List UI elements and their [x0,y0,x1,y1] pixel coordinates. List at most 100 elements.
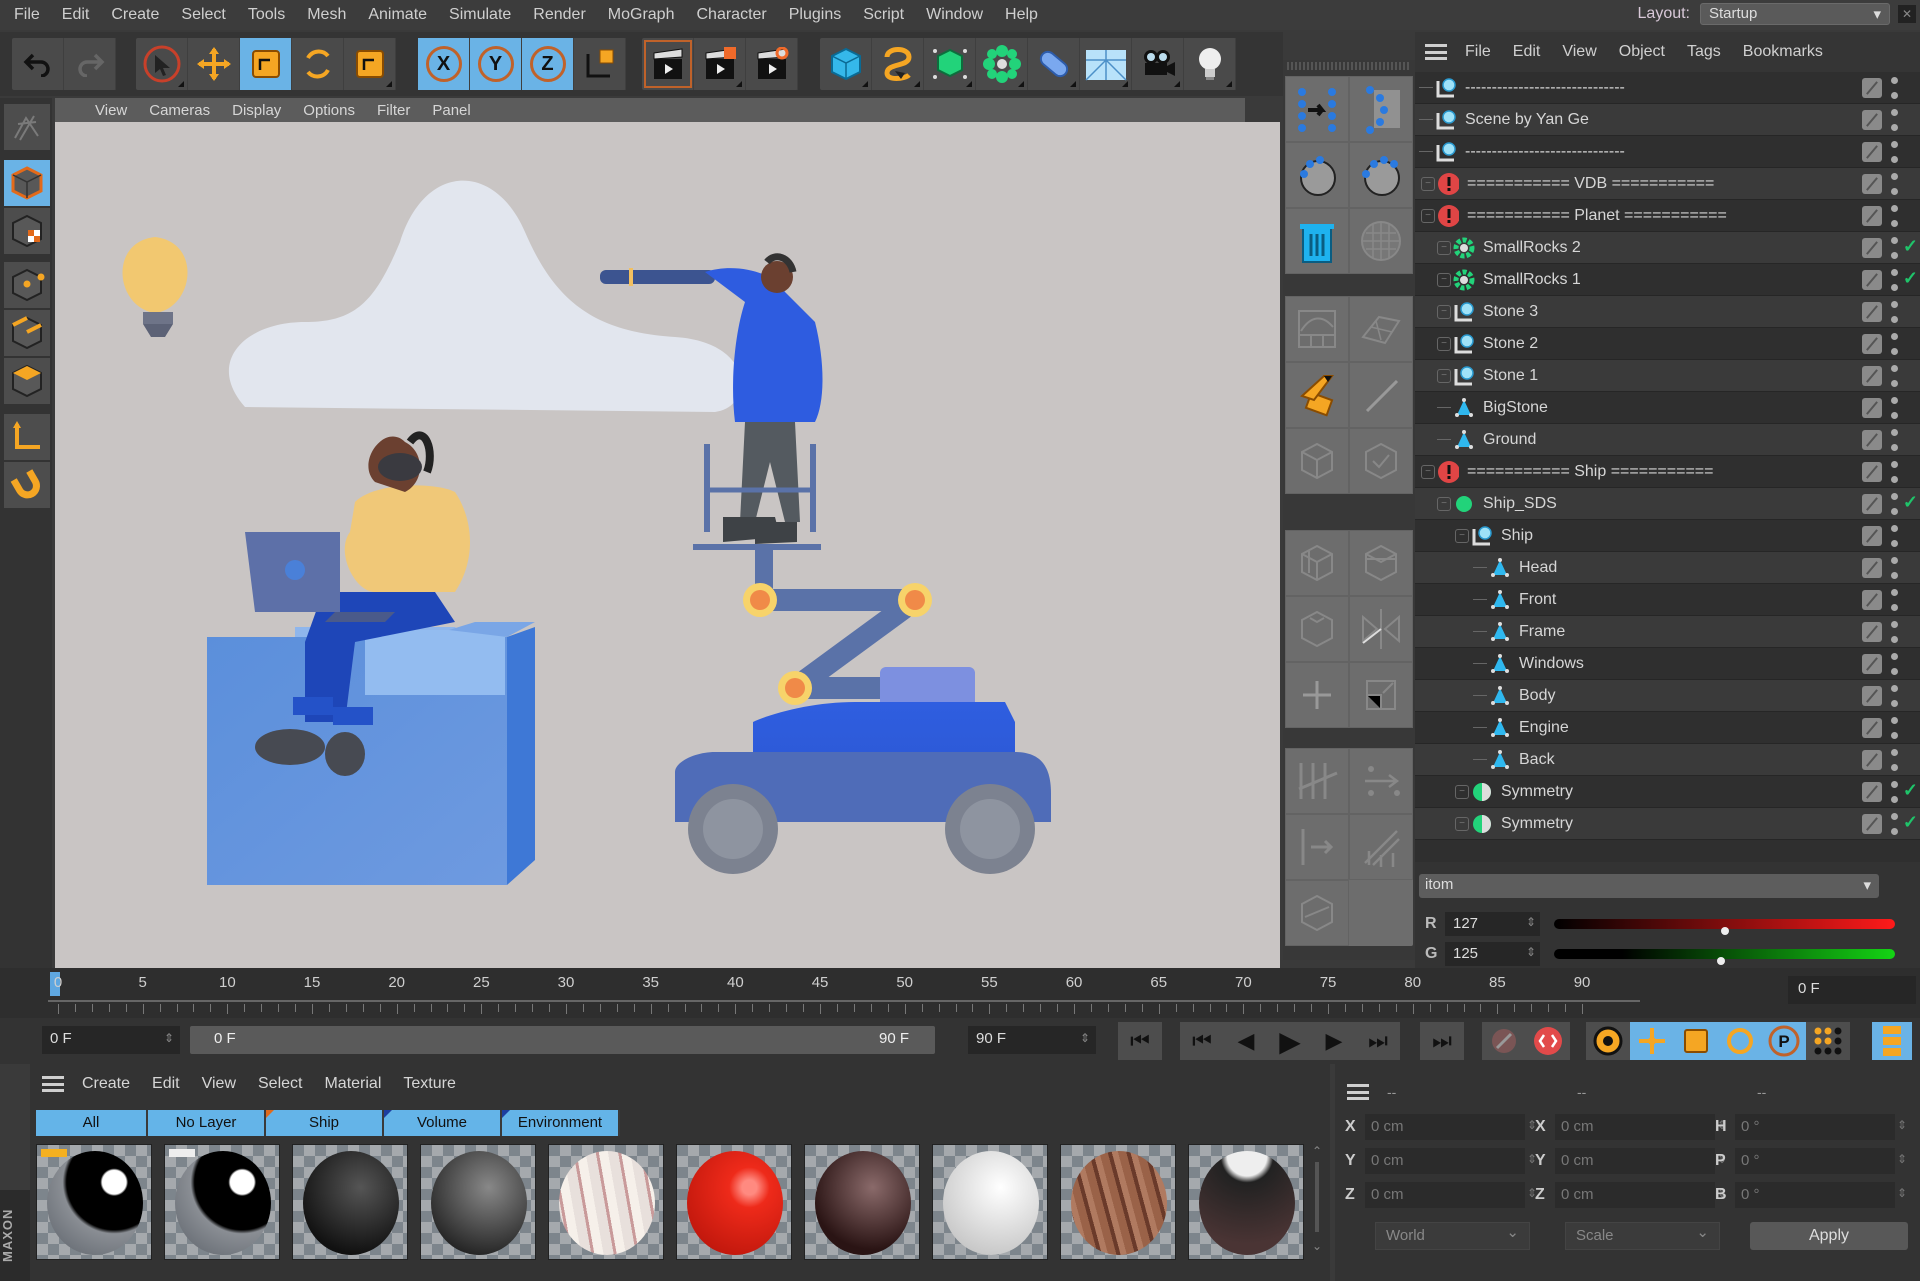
viewport[interactable] [55,122,1280,968]
redo-button[interactable] [64,38,116,90]
material-thumbnail[interactable] [420,1144,536,1260]
visibility-toggle[interactable] [1890,589,1898,611]
y-axis-lock-button[interactable]: Y [470,38,522,90]
undo-button[interactable] [12,38,64,90]
object-row[interactable]: Body [1415,680,1920,712]
layer-edit-toggle[interactable] [1862,750,1882,770]
material-menu-edit[interactable]: Edit [152,1075,180,1093]
expand-toggle[interactable]: − [1421,464,1435,479]
material-menu-texture[interactable]: Texture [403,1075,455,1093]
object-row[interactable]: Scene by Yan Ge [1415,104,1920,136]
axis-value[interactable]: 0 ° [1735,1148,1907,1174]
extrude-inner-button[interactable] [1285,596,1349,662]
enabled-check-icon[interactable]: ✓ [1903,780,1918,801]
timeline-ruler[interactable]: 0 5 10 15 20 25 30 35 40 45 50 55 60 65 70 75 80 85 90 [48,968,1640,1018]
cube-button[interactable] [820,38,872,90]
menu-render[interactable]: Render [533,6,585,24]
axis-value[interactable]: 0 cm [1365,1182,1537,1208]
visibility-toggle[interactable] [1890,109,1898,131]
expand-toggle[interactable]: − [1437,240,1451,255]
material-thumbnail[interactable] [164,1144,280,1260]
visibility-toggle[interactable] [1890,717,1898,739]
object-row[interactable]: − SmallRocks 2 ✓ [1415,232,1920,264]
expand-toggle[interactable]: − [1437,336,1451,351]
grid-plane-button[interactable] [1349,296,1413,362]
apply-button[interactable]: Apply [1750,1222,1908,1250]
bridge-button[interactable] [1285,748,1349,814]
object-row[interactable]: − SmallRocks 1 ✓ [1415,264,1920,296]
record-button[interactable] [1482,1022,1526,1060]
render-view-button[interactable] [642,38,694,90]
delete-button[interactable] [1285,208,1349,274]
edit-mode-button[interactable] [4,104,50,150]
layer-edit-toggle[interactable] [1862,558,1882,578]
enabled-check-icon[interactable]: ✓ [1903,812,1918,833]
bevel-button[interactable] [1349,530,1413,596]
position-y-field[interactable]: Y 0 cm [1345,1148,1537,1174]
layer-edit-toggle[interactable] [1862,142,1882,162]
material-thumbnail[interactable] [1188,1144,1304,1260]
current-frame-field[interactable]: 0 F [1788,976,1916,1004]
knife-button[interactable] [1285,362,1349,428]
camera-button[interactable] [1132,38,1184,90]
visibility-toggle[interactable] [1890,77,1898,99]
visibility-toggle[interactable] [1890,397,1898,419]
menu-script[interactable]: Script [863,6,904,24]
g-value-field[interactable]: 125 [1445,942,1540,966]
x-axis-lock-button[interactable]: X [418,38,470,90]
object-row[interactable]: Back [1415,744,1920,776]
menu-mesh[interactable]: Mesh [307,6,346,24]
object-row[interactable]: Head [1415,552,1920,584]
visibility-toggle[interactable] [1890,525,1898,547]
layer-edit-toggle[interactable] [1862,366,1882,386]
expand-toggle[interactable]: − [1421,208,1435,223]
object-row[interactable]: − Stone 3 [1415,296,1920,328]
model-mode-button[interactable] [4,160,50,206]
position-x-field[interactable]: X 0 cm [1345,1114,1537,1140]
extrude-button[interactable] [1285,530,1349,596]
visibility-toggle[interactable] [1890,365,1898,387]
layer-tab-volume[interactable]: Volume [384,1110,502,1136]
position-z-field[interactable]: Z 0 cm [1345,1182,1537,1208]
live-selection-button[interactable] [136,38,188,90]
keyframe-selection-button[interactable] [1586,1022,1630,1060]
layer-edit-toggle[interactable] [1862,718,1882,738]
cloner-button[interactable] [976,38,1028,90]
autokey-button[interactable] [1526,1022,1570,1060]
enabled-check-icon[interactable]: ✓ [1903,236,1918,257]
layer-edit-toggle[interactable] [1862,526,1882,546]
material-menu-material[interactable]: Material [324,1075,381,1093]
scale-key-button[interactable] [1674,1022,1718,1060]
visibility-toggle[interactable] [1890,237,1898,259]
enabled-check-icon[interactable]: ✓ [1903,268,1918,289]
sculpt-button[interactable] [1349,208,1413,274]
material-menu-select[interactable]: Select [258,1075,302,1093]
expand-toggle[interactable]: − [1455,528,1469,543]
menu-create[interactable]: Create [111,6,159,24]
visibility-toggle[interactable] [1890,685,1898,707]
viewport-menu-view[interactable]: View [95,102,127,119]
layer-tab-no-layer[interactable]: No Layer [148,1110,266,1136]
visibility-toggle[interactable] [1890,333,1898,355]
object-row[interactable]: − Ship_SDS ✓ [1415,488,1920,520]
object-row[interactable]: − Ship [1415,520,1920,552]
viewport-menu-cameras[interactable]: Cameras [149,102,210,119]
om-menu-bookmarks[interactable]: Bookmarks [1743,43,1823,61]
layer-tab-ship[interactable]: Ship [266,1110,384,1136]
visibility-toggle[interactable] [1890,173,1898,195]
layer-edit-toggle[interactable] [1862,654,1882,674]
layer-edit-toggle[interactable] [1862,174,1882,194]
material-thumbnail[interactable] [804,1144,920,1260]
go-to-end-button[interactable]: ⏭ [1420,1022,1464,1060]
mirror-button[interactable] [1349,596,1413,662]
layer-edit-toggle[interactable] [1862,814,1882,834]
material-thumbnail[interactable] [932,1144,1048,1260]
visibility-toggle[interactable] [1890,429,1898,451]
r-slider[interactable] [1554,919,1895,935]
enabled-check-icon[interactable]: ✓ [1903,492,1918,513]
material-menu-view[interactable]: View [202,1075,236,1093]
om-menu-file[interactable]: File [1465,43,1491,61]
axis-value[interactable]: 0 cm [1555,1182,1727,1208]
deformer-button[interactable] [1028,38,1080,90]
set-point-button[interactable] [1349,662,1413,728]
